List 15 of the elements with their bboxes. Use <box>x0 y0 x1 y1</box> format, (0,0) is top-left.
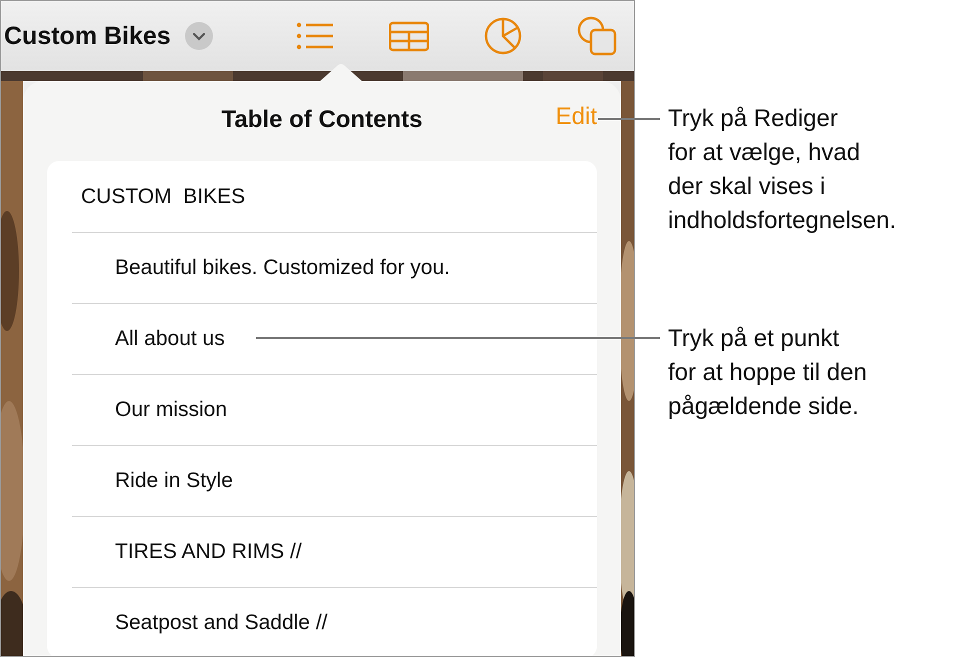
toc-item[interactable]: CUSTOM BIKES <box>47 161 597 232</box>
toc-item[interactable]: Beautiful bikes. Customized for you. <box>47 232 597 303</box>
shapes-icon[interactable] <box>576 16 617 56</box>
toc-item[interactable]: Our mission <box>47 374 597 445</box>
toc-item[interactable]: TIRES AND RIMS // <box>47 516 597 587</box>
callout-text: Tryk på et punkt for at hoppe til den pågældende side. <box>668 324 867 422</box>
callout-text: Tryk på Rediger for at vælge, hvad der skal vises i indholdsfortegnelsen. <box>668 104 896 236</box>
popover-title: Table of Contents <box>222 106 422 134</box>
document-title: Custom Bikes <box>4 22 171 50</box>
chevron-down-icon[interactable] <box>184 22 213 50</box>
pie-chart-icon[interactable] <box>482 16 523 56</box>
toc-item[interactable]: All about us <box>47 303 597 374</box>
toc-item[interactable]: Ride in Style <box>47 445 597 516</box>
toc-item[interactable]: Seatpost and Saddle // <box>47 587 597 656</box>
leader-line <box>598 118 660 120</box>
